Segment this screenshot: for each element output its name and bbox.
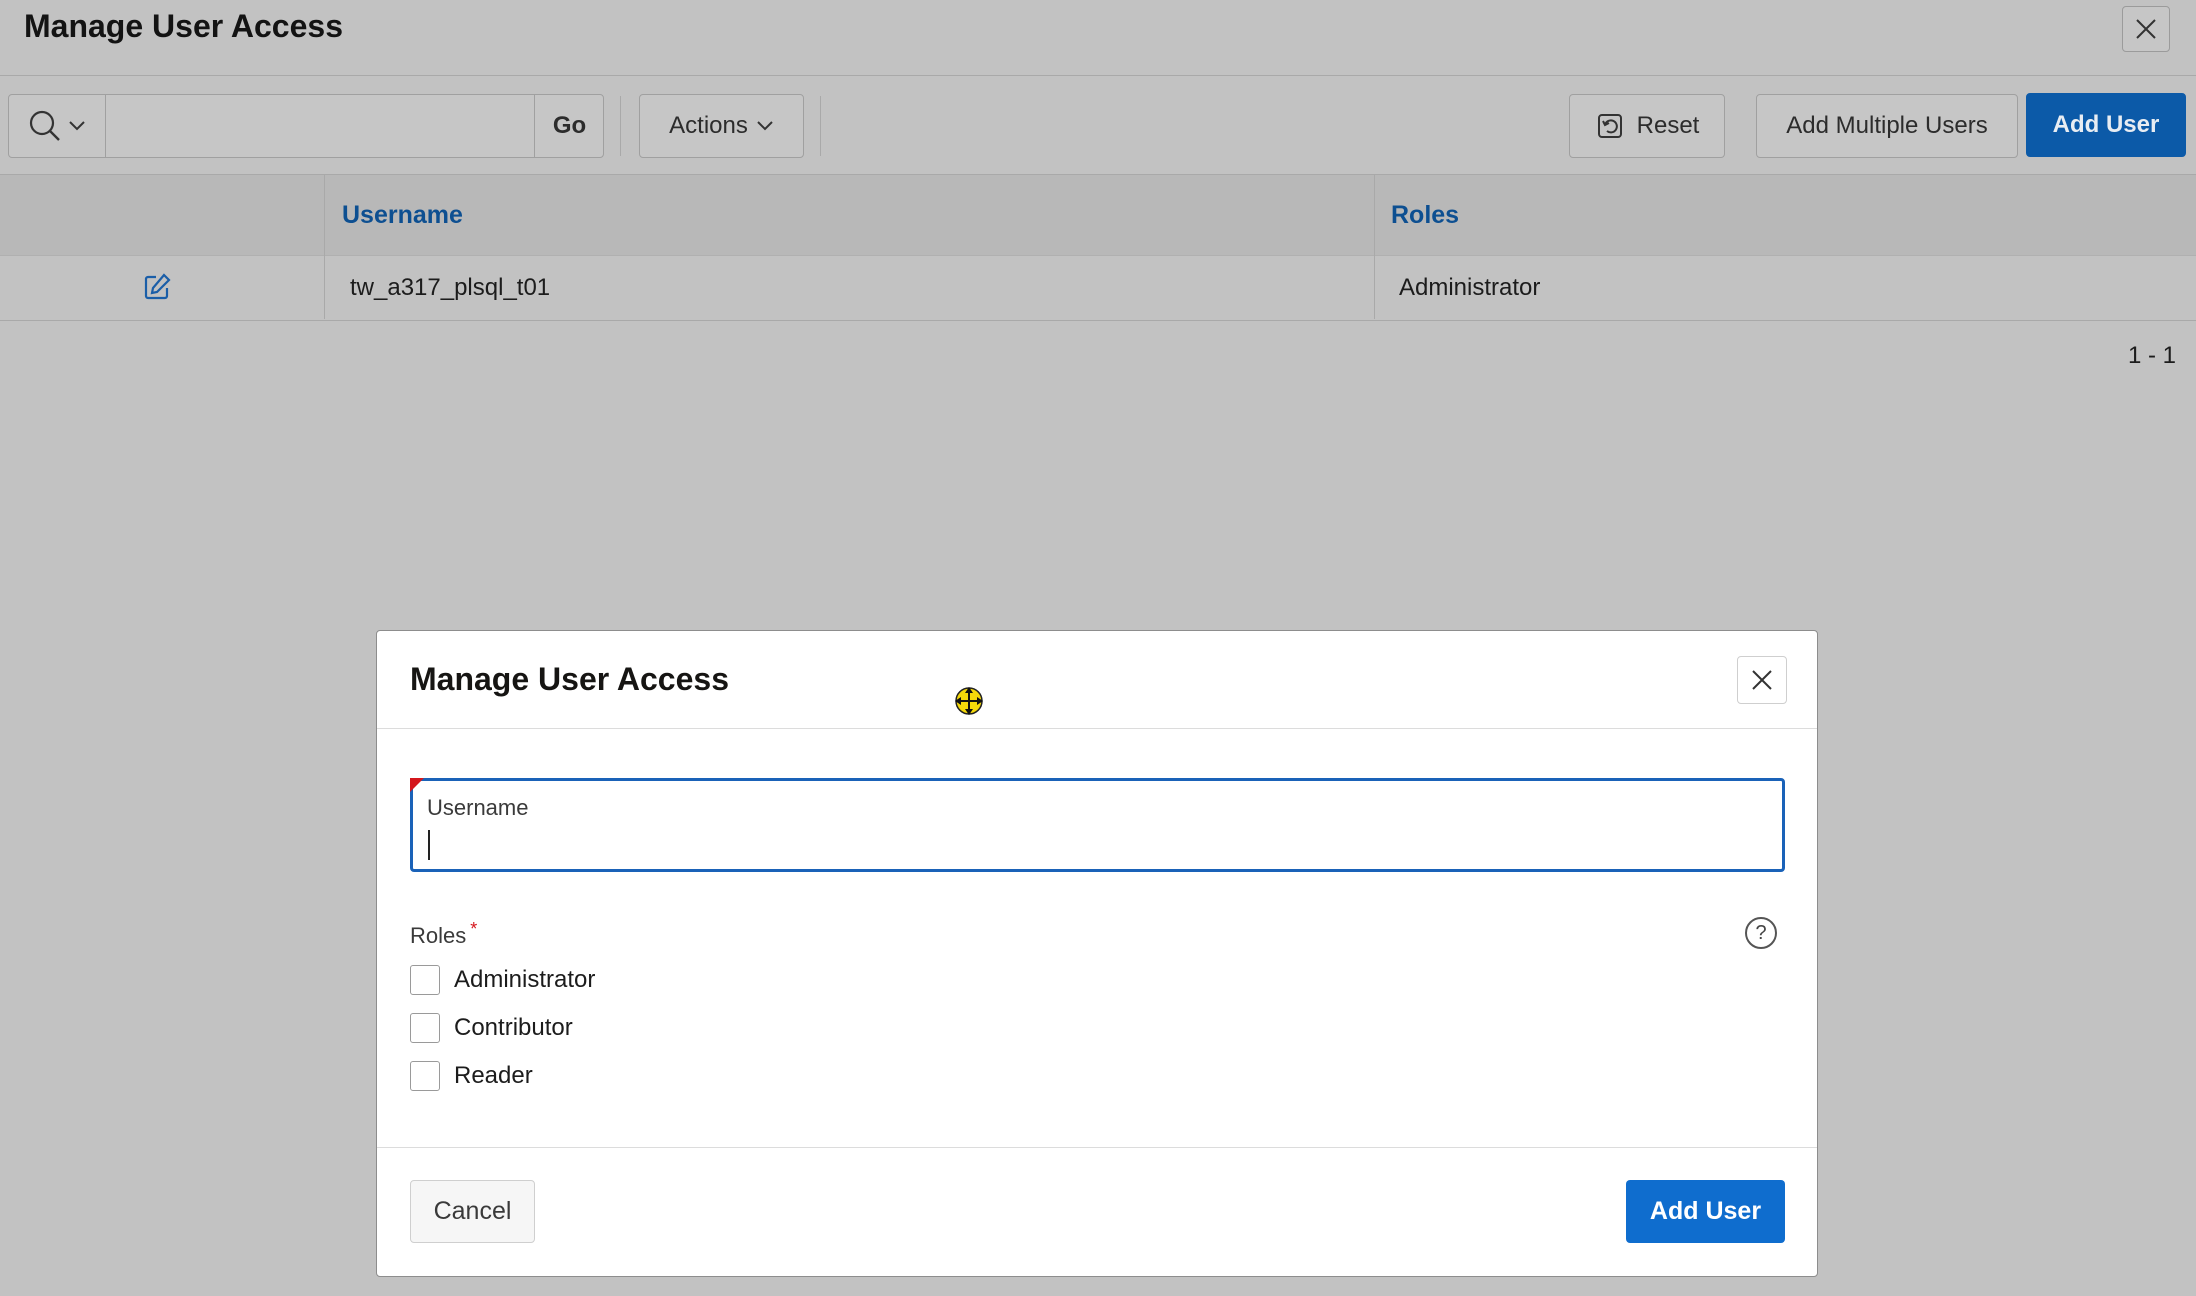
checkbox[interactable]	[410, 1013, 440, 1043]
username-input[interactable]	[427, 825, 1761, 861]
move-cursor-icon	[955, 687, 983, 715]
role-option-contributor[interactable]: Contributor	[410, 1012, 573, 1044]
reset-label: Reset	[1636, 112, 1700, 139]
grid-header: Username Roles	[0, 175, 2196, 255]
reset-icon	[1597, 114, 1622, 138]
column-header-username[interactable]: Username	[342, 201, 463, 230]
page-header: Manage User Access	[0, 0, 2196, 76]
close-icon	[2136, 19, 2156, 39]
page-title: Manage User Access	[24, 8, 343, 44]
username-field[interactable]: Username	[410, 778, 1785, 872]
edit-row-button[interactable]	[142, 272, 172, 307]
required-indicator	[410, 778, 424, 792]
search-input[interactable]	[106, 95, 538, 159]
role-option-administrator[interactable]: Administrator	[410, 964, 595, 996]
column-divider	[324, 175, 325, 319]
toolbar-divider	[820, 96, 821, 156]
checkbox[interactable]	[410, 965, 440, 995]
column-header-roles[interactable]: Roles	[1391, 201, 1459, 230]
text-caret	[428, 830, 430, 860]
roles-label: Roles *	[410, 919, 477, 949]
roles-label-text: Roles	[410, 923, 467, 948]
help-button[interactable]: ?	[1745, 917, 1777, 949]
toolbar: Go Actions Reset Add Multiple Users Add …	[0, 76, 2196, 175]
close-icon	[1752, 670, 1772, 690]
actions-button[interactable]: Actions	[639, 94, 804, 158]
help-icon: ?	[1755, 921, 1767, 944]
pagination-label: 1 - 1	[2128, 342, 2177, 369]
page-close-button[interactable]	[2122, 6, 2170, 52]
column-divider	[1374, 175, 1375, 319]
dialog-add-user-button[interactable]: Add User	[1626, 1180, 1785, 1243]
add-multiple-users-button[interactable]: Add Multiple Users	[1756, 94, 2018, 158]
dialog-footer: Cancel Add User	[377, 1147, 1817, 1278]
chevron-down-icon	[69, 121, 85, 131]
dialog-close-button[interactable]	[1737, 656, 1787, 704]
actions-label: Actions	[669, 112, 748, 139]
go-button[interactable]: Go	[534, 95, 604, 157]
checkbox[interactable]	[410, 1061, 440, 1091]
cell-roles: Administrator	[1399, 274, 1541, 301]
username-label: Username	[427, 795, 529, 820]
role-option-label: Administrator	[454, 966, 596, 993]
add-user-dialog: Manage User Access Username Roles * ? Adm…	[376, 630, 1818, 1277]
dialog-header[interactable]: Manage User Access	[377, 631, 1817, 729]
chevron-down-icon	[757, 121, 773, 131]
role-option-label: Reader	[454, 1062, 533, 1089]
search-group: Go	[8, 94, 604, 159]
cell-username: tw_a317_plsql_t01	[350, 274, 551, 301]
reset-button[interactable]: Reset	[1569, 94, 1725, 158]
toolbar-divider	[620, 96, 621, 156]
edit-icon	[144, 273, 171, 300]
required-asterisk: *	[470, 919, 478, 939]
dialog-title: Manage User Access	[410, 661, 729, 697]
role-option-label: Contributor	[454, 1014, 573, 1041]
search-column-menu[interactable]	[9, 95, 106, 157]
search-icon	[29, 110, 60, 141]
role-option-reader[interactable]: Reader	[410, 1060, 533, 1092]
cancel-button[interactable]: Cancel	[410, 1180, 535, 1243]
table-row: tw_a317_plsql_t01 Administrator	[0, 255, 2196, 321]
add-user-button[interactable]: Add User	[2026, 93, 2186, 157]
